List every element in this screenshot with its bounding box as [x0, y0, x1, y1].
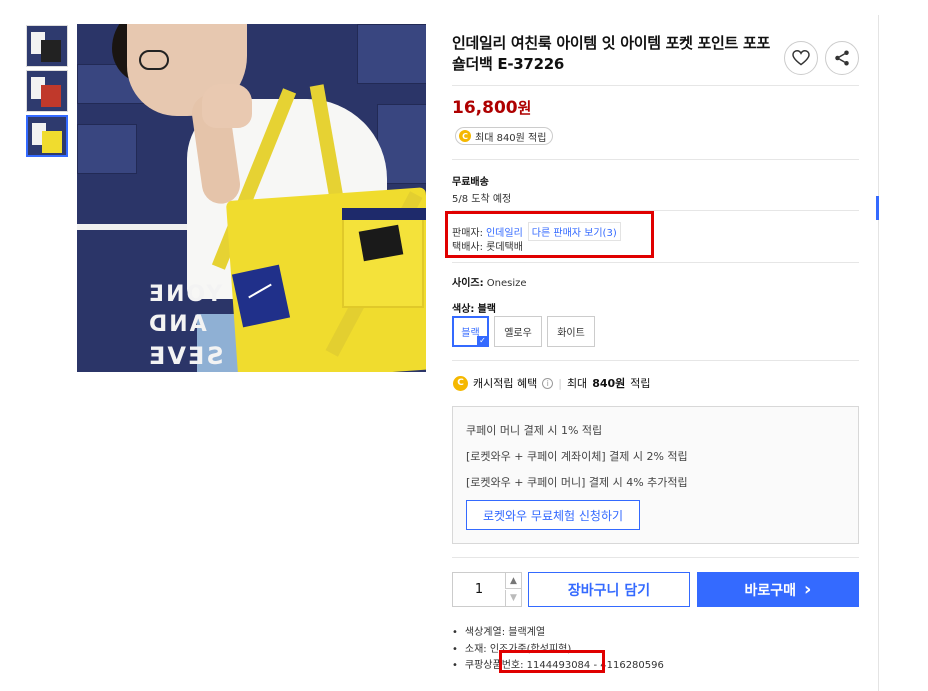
benefit-line-2: [로켓와우 + 쿠페이 계좌이체] 결제 시 2% 적립 — [466, 450, 688, 463]
cash-reward-row: C 캐시적립 혜택 i | 최대 840원 적립 — [453, 375, 651, 391]
model-glasses — [139, 50, 169, 70]
color-label: 색상: — [452, 304, 475, 315]
thumbnail-1[interactable] — [26, 25, 68, 67]
scroll-indicator[interactable] — [876, 196, 879, 220]
color-option-label-yellow: 옐로우 — [504, 328, 532, 339]
cash-max-amount: 840원 — [592, 377, 626, 390]
wall-brick — [77, 124, 137, 174]
divider — [452, 85, 859, 86]
model-hand — [202, 84, 252, 128]
color-option-label-white: 화이트 — [557, 328, 585, 339]
coin-icon: C — [459, 130, 471, 142]
buy-now-button[interactable]: 바로구매 › — [697, 572, 859, 607]
add-to-cart-button[interactable]: 장바구니 담기 — [528, 572, 690, 607]
quantity-input[interactable]: 1 — [453, 573, 505, 606]
product-price: 16,800원 — [452, 97, 531, 118]
benefit-line-3: [로켓와우 + 쿠페이 머니] 결제 시 4% 추가적립 — [466, 476, 688, 489]
shipping-label: 무료배송 — [452, 177, 489, 188]
color-value: 블랙 — [477, 304, 496, 315]
coin-icon: C — [453, 375, 468, 391]
wishlist-button[interactable] — [784, 41, 818, 75]
color-option-white[interactable]: 화이트 — [547, 316, 595, 347]
size-label: 사이즈: — [452, 278, 484, 289]
divider — [452, 557, 859, 558]
mural-stripe — [77, 224, 197, 230]
thumbnail-2[interactable] — [26, 70, 68, 112]
chevron-right-icon: › — [804, 578, 812, 600]
bag-pocket-band — [342, 208, 426, 220]
cash-max-prefix: 최대 — [566, 377, 588, 390]
quantity-increase-button[interactable]: ▲ — [505, 573, 521, 589]
benefit-box: 쿠페이 머니 결제 시 1% 적립 [로켓와우 + 쿠페이 계좌이체] 결제 시… — [452, 406, 859, 544]
wall-brick — [357, 24, 426, 84]
cash-max-suffix: 적립 — [630, 377, 651, 390]
share-icon — [835, 50, 849, 66]
divider — [452, 262, 859, 263]
thumbnail-bag — [42, 131, 62, 153]
benefit-line-1: 쿠페이 머니 결제 시 1% 적립 — [466, 424, 603, 437]
color-option-label: 색상: 블랙 — [452, 300, 496, 315]
panel-divider — [878, 15, 879, 691]
shipping-arrival: 5/8 도착 예정 — [452, 194, 512, 205]
mural-text-2: AND — [147, 312, 207, 337]
check-icon: ✓ — [477, 336, 488, 346]
mural-text-1: YONE — [147, 282, 223, 307]
buy-now-label: 바로구매 — [744, 582, 797, 599]
heart-icon — [792, 50, 810, 66]
price-value: 16,800 — [452, 98, 518, 118]
quantity-decrease-button[interactable]: ▼ — [505, 590, 521, 606]
thumbnail-bag — [41, 40, 61, 62]
size-value: Onesize — [486, 278, 527, 289]
main-product-image: YONE AND SEVE — [77, 24, 426, 372]
product-title: 인데일리 여친룩 아이템 잇 아이템 포켓 포인트 포포숄더백 E-37226 — [452, 34, 770, 73]
color-option-black[interactable]: 블랙 ✓ — [452, 316, 489, 347]
reward-badge-text: 최대 840원 적립 — [475, 132, 547, 144]
thumbnail-bag — [41, 85, 61, 107]
cash-divider: | — [558, 376, 562, 390]
detail-item-color-family: 색상계열: 블랙계열 — [452, 625, 664, 642]
mural-text-3: SEVE — [147, 342, 224, 370]
thumbnail-3-selected[interactable] — [26, 115, 68, 157]
reward-badge: C 최대 840원 적립 — [455, 127, 554, 145]
divider — [452, 159, 859, 160]
info-icon[interactable]: i — [542, 377, 554, 389]
size-option: 사이즈: Onesize — [452, 274, 527, 289]
highlight-box-seller — [445, 211, 654, 258]
share-button[interactable] — [825, 41, 859, 75]
price-unit: 원 — [517, 99, 532, 117]
color-option-yellow[interactable]: 옐로우 — [494, 316, 542, 347]
divider — [452, 360, 859, 361]
quantity-stepper: 1 ▲ ▼ — [452, 572, 522, 607]
rocketwow-trial-button[interactable]: 로켓와우 무료체험 신청하기 — [466, 500, 640, 530]
highlight-box-product-number — [499, 650, 605, 673]
cash-reward-label: 캐시적립 혜택 — [473, 377, 538, 390]
